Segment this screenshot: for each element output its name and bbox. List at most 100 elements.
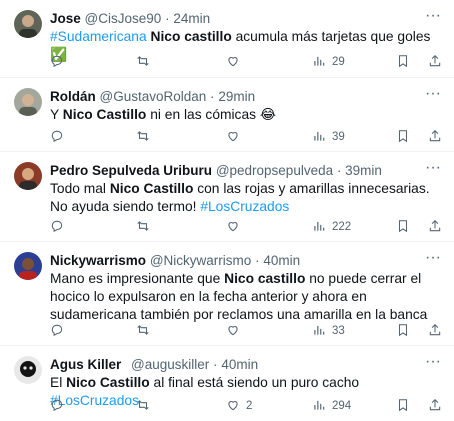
avatar[interactable] <box>14 252 42 280</box>
bookmark-icon <box>396 54 410 71</box>
avatar[interactable] <box>14 162 42 190</box>
reply-button[interactable] <box>50 397 70 415</box>
like-button[interactable] <box>226 53 246 71</box>
highlighted-keyword: Nico castillo <box>224 271 306 286</box>
tweet-header: Roldán @GustavoRoldan · 29min <box>50 88 418 106</box>
tweet-header: Nickywarrismo @Nickywarrismo · 40min <box>50 252 418 270</box>
share-button[interactable] <box>428 128 442 146</box>
like-button[interactable]: 2 <box>226 397 252 415</box>
like-button[interactable] <box>226 218 246 236</box>
timestamp[interactable]: 40min <box>221 357 258 372</box>
views-icon <box>312 219 326 236</box>
reply-button[interactable] <box>50 218 70 236</box>
highlighted-keyword: Nico castillo <box>150 29 232 44</box>
retweet-button[interactable] <box>136 128 156 146</box>
reply-button[interactable] <box>50 53 70 71</box>
retweet-icon <box>136 129 150 146</box>
share-button[interactable] <box>428 322 442 340</box>
bookmark-icon <box>396 323 410 340</box>
share-button[interactable] <box>428 53 442 71</box>
retweet-icon <box>136 219 150 236</box>
highlighted-keyword: Nico Castillo <box>109 181 194 196</box>
bookmark-button[interactable] <box>396 218 410 236</box>
retweet-button[interactable] <box>136 397 156 415</box>
highlighted-keyword: Nico Castillo <box>62 107 147 122</box>
tweet[interactable]: Nickywarrismo @Nickywarrismo · 40min ···… <box>0 242 454 346</box>
views-icon <box>312 129 326 146</box>
bookmark-button[interactable] <box>396 397 410 415</box>
tweet-actions: 2 294 <box>50 397 442 415</box>
bookmark-button[interactable] <box>396 128 410 146</box>
author-name[interactable]: Roldán <box>50 89 96 104</box>
share-button[interactable] <box>428 397 442 415</box>
like-button[interactable] <box>226 322 246 340</box>
hashtag-link[interactable]: #LosCruzados <box>200 199 289 214</box>
hashtag-link[interactable]: #Sudamericana <box>50 29 147 44</box>
author-name[interactable]: Jose <box>50 11 81 26</box>
tweet-text: Todo mal Nico Castillo con las rojas y a… <box>50 180 436 216</box>
tweet-actions: 29 <box>50 53 442 71</box>
separator-dot: · <box>213 357 218 372</box>
views-button[interactable]: 294 <box>312 397 351 415</box>
author-handle[interactable]: @Nickywarrismo <box>150 253 251 268</box>
views-button[interactable]: 222 <box>312 218 351 236</box>
tweet[interactable]: Pedro Sepulveda Uriburu @pedropsepulveda… <box>0 152 454 242</box>
tweet-actions: 222 <box>50 218 442 236</box>
share-button[interactable] <box>428 218 442 236</box>
tweet-header: Jose @CisJose90 · 24min <box>50 10 418 28</box>
tweet-header: Agus Killer @auguskiller · 40min <box>50 356 418 374</box>
avatar[interactable] <box>14 10 42 38</box>
text-segment: Mano es impresionante que <box>50 271 225 286</box>
bookmark-button[interactable] <box>396 322 410 340</box>
views-button[interactable]: 33 <box>312 322 345 340</box>
like-icon <box>226 398 240 415</box>
bookmark-button[interactable] <box>396 53 410 71</box>
author-handle[interactable]: @CisJose90 <box>85 11 162 26</box>
like-button[interactable] <box>226 128 246 146</box>
like-icon <box>226 219 240 236</box>
timestamp[interactable]: 24min <box>173 11 210 26</box>
separator-dot: · <box>255 253 260 268</box>
author-name[interactable]: Nickywarrismo <box>50 253 146 268</box>
author-handle[interactable]: @GustavoRoldan <box>100 89 207 104</box>
more-icon[interactable]: ··· <box>424 8 442 28</box>
tweet[interactable]: Jose @CisJose90 · 24min ··· #Sudamerican… <box>0 0 454 78</box>
tweet-actions: 39 <box>50 128 442 146</box>
timestamp[interactable]: 40min <box>263 253 300 268</box>
share-icon <box>428 323 442 340</box>
reply-button[interactable] <box>50 322 70 340</box>
timestamp[interactable]: 39min <box>345 163 382 178</box>
author-name[interactable]: Pedro Sepulveda Uriburu <box>50 163 212 178</box>
views-icon <box>312 323 326 340</box>
tweet-feed: Jose @CisJose90 · 24min ··· #Sudamerican… <box>0 0 454 421</box>
reply-button[interactable] <box>50 128 70 146</box>
timestamp[interactable]: 29min <box>218 89 255 104</box>
author-handle[interactable]: @auguskiller <box>131 357 209 372</box>
retweet-button[interactable] <box>136 218 156 236</box>
avatar[interactable] <box>14 356 42 384</box>
reply-icon <box>50 129 64 146</box>
retweet-icon <box>136 398 150 415</box>
tweet-header: Pedro Sepulveda Uriburu @pedropsepulveda… <box>50 162 418 180</box>
views-button[interactable]: 39 <box>312 128 345 146</box>
views-icon <box>312 54 326 71</box>
retweet-button[interactable] <box>136 322 156 340</box>
tweet[interactable]: Roldán @GustavoRoldan · 29min ··· Y Nico… <box>0 78 454 152</box>
separator-dot: · <box>165 11 170 26</box>
tweet[interactable]: Agus Killer @auguskiller · 40min ··· El … <box>0 346 454 421</box>
views-button[interactable]: 29 <box>312 53 345 71</box>
more-icon[interactable]: ··· <box>424 160 442 180</box>
like-icon <box>226 129 240 146</box>
more-icon[interactable]: ··· <box>424 354 442 374</box>
more-icon[interactable]: ··· <box>424 250 442 270</box>
views-icon <box>312 398 326 415</box>
like-icon <box>226 54 240 71</box>
bookmark-icon <box>396 129 410 146</box>
share-icon <box>428 398 442 415</box>
retweet-button[interactable] <box>136 53 156 71</box>
author-name[interactable]: Agus Killer <box>50 357 121 372</box>
author-handle[interactable]: @pedropsepulveda <box>216 163 333 178</box>
share-icon <box>428 129 442 146</box>
more-icon[interactable]: ··· <box>424 86 442 106</box>
avatar[interactable] <box>14 88 42 116</box>
